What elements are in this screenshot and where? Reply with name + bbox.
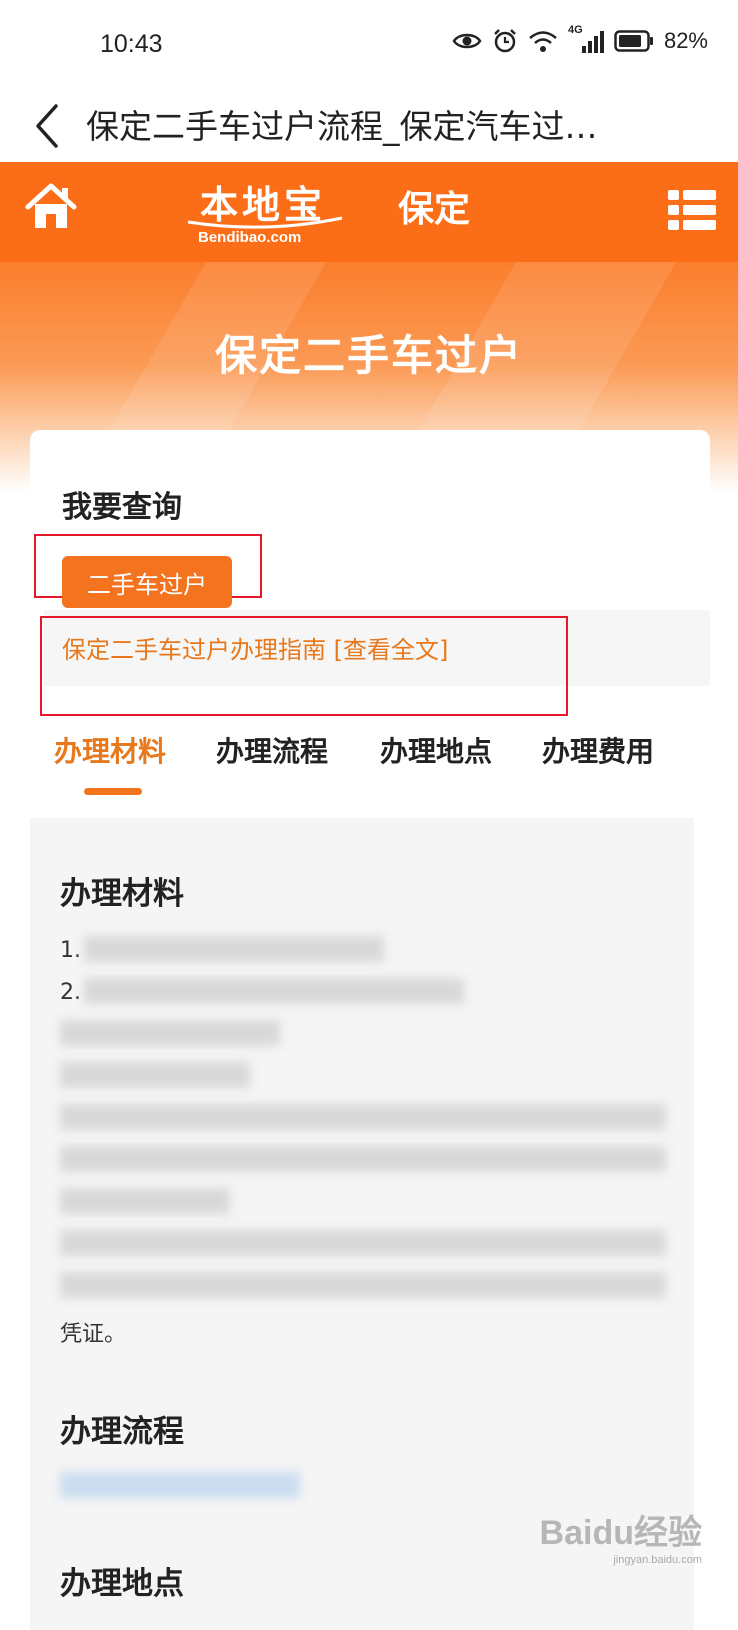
page-title: 保定二手车过户流程_保定汽车过… xyxy=(86,107,598,146)
watermark-sub: jingyan.baidu.com xyxy=(613,1554,702,1566)
battery-icon xyxy=(614,30,653,52)
menu-icon[interactable] xyxy=(668,190,716,230)
section-title-process: 办理流程 xyxy=(60,1414,184,1450)
query-label: 我要查询 xyxy=(62,490,182,525)
blurred-text xyxy=(60,1230,666,1256)
blurred-text xyxy=(60,1020,280,1046)
blurred-text xyxy=(60,1146,666,1172)
site-header: 本地宝 Bendibao.com 保定 xyxy=(0,162,738,262)
blurred-text xyxy=(60,1272,666,1298)
blurred-text xyxy=(60,1104,666,1130)
tab-materials[interactable]: 办理材料 xyxy=(54,730,166,770)
eye-icon xyxy=(452,33,482,49)
tab-location[interactable]: 办理地点 xyxy=(380,730,492,770)
tab-process[interactable]: 办理流程 xyxy=(216,730,328,770)
list-item-number: 1. xyxy=(60,938,81,963)
back-arrow-icon[interactable] xyxy=(30,98,70,154)
battery-percent: 82% xyxy=(663,28,708,53)
watermark: Baidu经验 jingyan.baidu.com xyxy=(540,1505,702,1566)
wifi-icon xyxy=(529,31,557,52)
home-icon[interactable] xyxy=(24,182,78,232)
list-item-number: 2. xyxy=(60,980,81,1005)
blurred-link[interactable] xyxy=(60,1472,300,1498)
query-button[interactable]: 二手车过户 xyxy=(62,556,232,608)
blurred-text xyxy=(60,1062,250,1088)
query-card: 我要查询 二手车过户 保定二手车过户办理指南 [查看全文] 办理材料 办理流程 … xyxy=(30,430,710,1630)
alarm-icon xyxy=(494,29,516,53)
list-item-tail: 凭证。 xyxy=(60,1322,127,1347)
blurred-text xyxy=(84,978,464,1004)
watermark-text: Baidu经验 xyxy=(539,1514,702,1552)
active-tab-indicator xyxy=(84,788,142,795)
guide-link[interactable]: 保定二手车过户办理指南 [查看全文] xyxy=(62,630,448,665)
status-time: 10:43 xyxy=(100,30,163,58)
site-logo[interactable]: 本地宝 Bendibao.com xyxy=(186,174,346,250)
signal-icon: 4G xyxy=(568,24,604,54)
city-name[interactable]: 保定 xyxy=(398,180,470,232)
status-bar: 10:43 4G 82% xyxy=(0,0,738,90)
logo-domain: Bendibao.com xyxy=(198,229,302,246)
section-title-location: 办理地点 xyxy=(60,1566,184,1602)
tab-bar: 办理材料 办理流程 办理地点 办理费用 xyxy=(30,730,710,795)
section-title-materials: 办理材料 xyxy=(60,876,184,912)
status-icons: 4G 82% xyxy=(452,24,708,54)
blurred-text xyxy=(84,936,384,962)
banner-title: 保定二手车过户 xyxy=(214,331,523,380)
blurred-text xyxy=(60,1188,230,1214)
title-bar: 保定二手车过户流程_保定汽车过… xyxy=(0,90,738,162)
tab-fees[interactable]: 办理费用 xyxy=(542,730,654,770)
